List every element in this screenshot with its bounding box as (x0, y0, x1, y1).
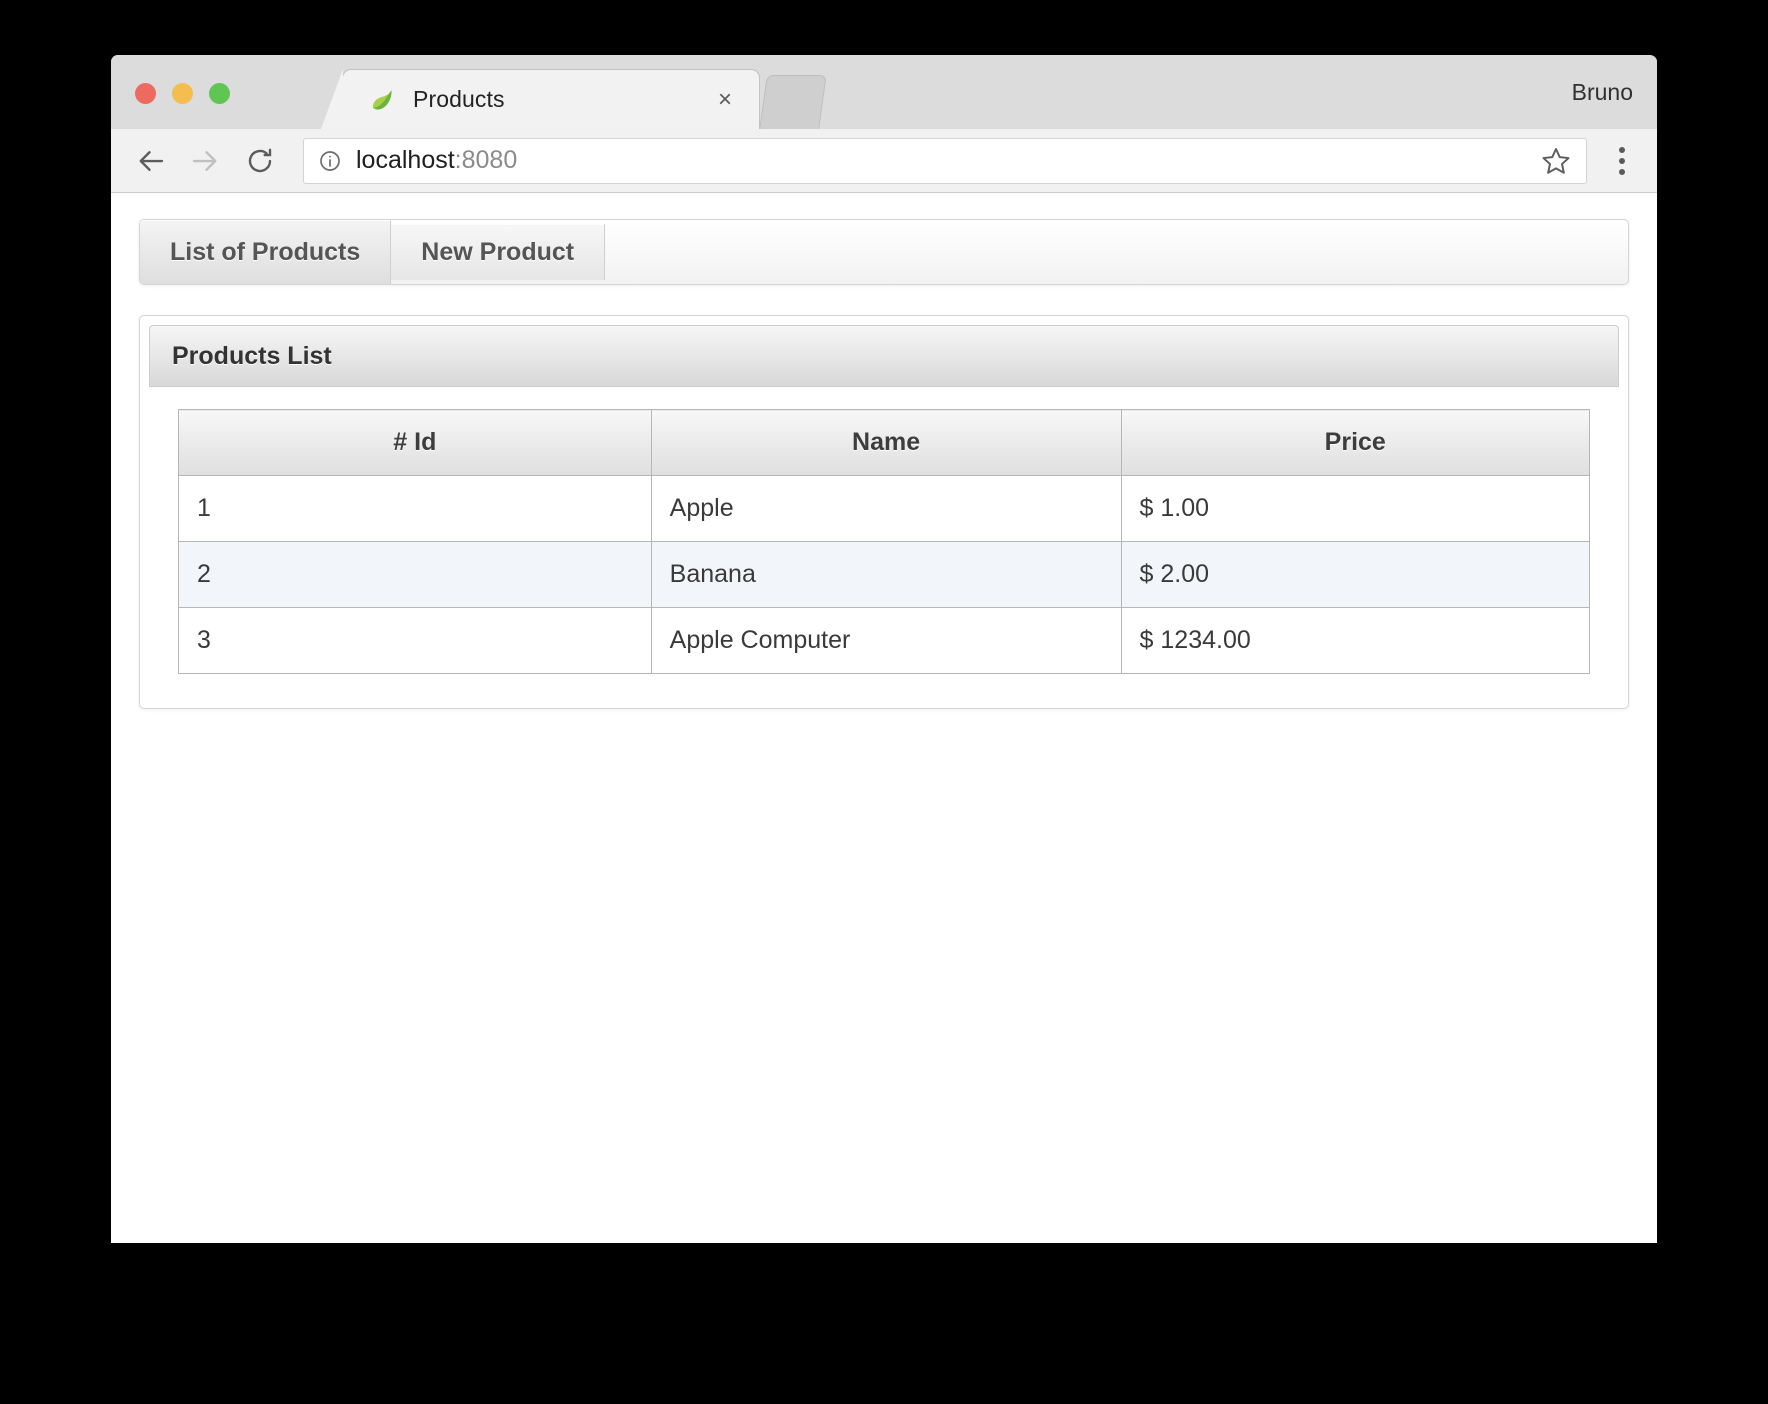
page-info-icon[interactable] (318, 149, 342, 173)
cell-name: Apple Computer (650, 607, 1122, 674)
table-header-row: # Id Name Price (178, 409, 1591, 476)
background-tab[interactable] (759, 75, 827, 129)
browser-toolbar: localhost:8080 (111, 129, 1657, 193)
nav-item-new-product[interactable]: New Product (391, 224, 606, 280)
cell-id: 1 (178, 475, 652, 542)
nav-item-list-of-products[interactable]: List of Products (140, 220, 392, 284)
window-controls (135, 83, 230, 104)
table-row[interactable]: 3 Apple Computer $ 1234.00 (178, 607, 1591, 674)
app-navbar: List of Products New Product (139, 219, 1629, 285)
cell-id: 3 (178, 607, 652, 674)
menu-dot (1619, 168, 1625, 175)
close-icon[interactable]: × (713, 87, 737, 112)
table-row[interactable]: 2 Banana $ 2.00 (178, 541, 1591, 608)
table-head: # Id Name Price (178, 409, 1591, 476)
panel-heading: Products List (149, 325, 1619, 387)
menu-dot (1619, 157, 1625, 164)
cell-id: 2 (178, 541, 652, 608)
browser-window: Products × Bruno localhost:8080 List of … (111, 55, 1657, 1243)
bookmark-star-icon[interactable] (1540, 145, 1572, 177)
close-window-button[interactable] (135, 83, 156, 104)
menu-dot (1619, 146, 1625, 153)
spring-leaf-icon (369, 87, 395, 113)
tab-products[interactable]: Products × (321, 69, 760, 129)
page-content: List of Products New Product Products Li… (111, 193, 1657, 1243)
profile-name[interactable]: Bruno (1572, 79, 1633, 106)
maximize-window-button[interactable] (209, 83, 230, 104)
browser-menu-icon[interactable] (1605, 138, 1639, 184)
forward-icon[interactable] (181, 138, 227, 184)
cell-name: Banana (650, 541, 1122, 608)
table-body: 1 Apple $ 1.00 2 Banana $ 2.00 3 Apple C… (178, 475, 1591, 674)
tab-strip: Products × Bruno (111, 55, 1657, 129)
products-table: # Id Name Price 1 Apple $ 1.00 2 Banana … (178, 409, 1591, 674)
cell-price: $ 1234.00 (1120, 607, 1591, 674)
products-table-wrapper: # Id Name Price 1 Apple $ 1.00 2 Banana … (140, 387, 1628, 708)
url-port: :8080 (454, 146, 518, 174)
column-header-name[interactable]: Name (650, 409, 1122, 476)
tab-title: Products (413, 86, 505, 112)
url-host: localhost (356, 146, 455, 174)
back-icon[interactable] (129, 138, 175, 184)
minimize-window-button[interactable] (172, 83, 193, 104)
url-text: localhost:8080 (356, 146, 517, 175)
cell-name: Apple (650, 475, 1122, 542)
cell-price: $ 2.00 (1120, 541, 1591, 608)
table-row[interactable]: 1 Apple $ 1.00 (178, 475, 1591, 542)
column-header-id[interactable]: # Id (178, 409, 652, 476)
column-header-price[interactable]: Price (1120, 409, 1591, 476)
nav-item-label: New Product (421, 237, 575, 266)
reload-icon[interactable] (237, 138, 283, 184)
products-panel: Products List # Id Name Price 1 Apple $ … (139, 315, 1629, 709)
nav-item-label: List of Products (170, 237, 361, 266)
cell-price: $ 1.00 (1120, 475, 1591, 542)
address-bar[interactable]: localhost:8080 (303, 137, 1587, 184)
